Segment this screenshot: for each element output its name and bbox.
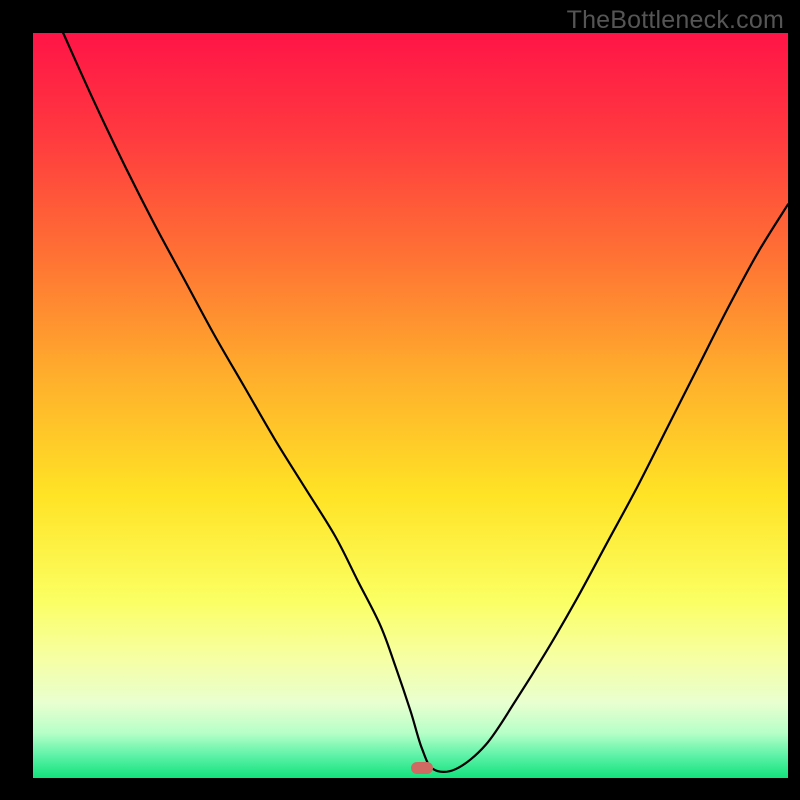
optimum-marker [411,762,433,774]
curve-layer [33,33,788,778]
watermark-text: TheBottleneck.com [567,6,784,35]
bottleneck-curve [63,33,788,772]
plot-area [33,33,788,778]
chart-stage: TheBottleneck.com [0,0,800,800]
